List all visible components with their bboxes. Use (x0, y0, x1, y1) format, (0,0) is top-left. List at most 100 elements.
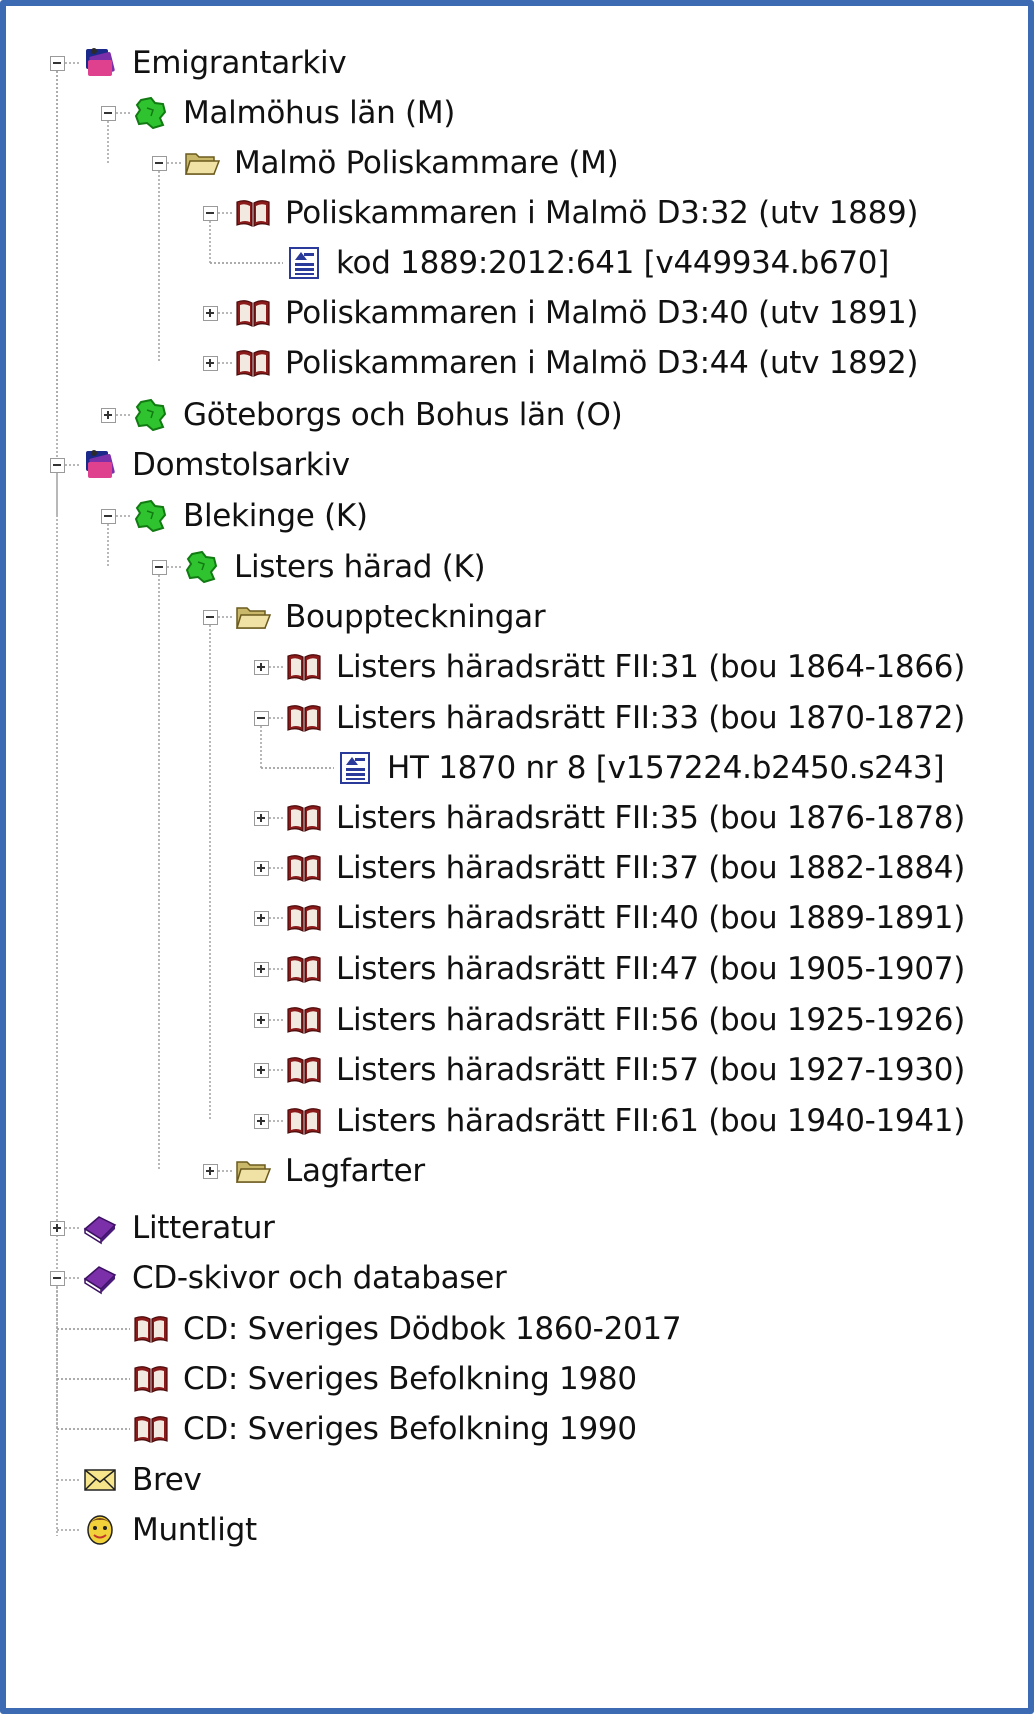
tree-node-label: Poliskammaren i Malmö D3:44 (utv 1892) (285, 345, 919, 381)
tree-node-kod-1889-2012-641-v449934-b670[interactable]: kod 1889:2012:641 [v449934.b670] (286, 241, 889, 285)
tree-node-listers-haradsratt-fii-33-bou-1870-1872[interactable]: Listers häradsrätt FII:33 (bou 1870-1872… (286, 696, 965, 740)
collapse-icon[interactable] (254, 711, 269, 726)
collapse-icon[interactable] (50, 56, 65, 71)
tree-node-label: HT 1870 nr 8 [v157224.b2450.s243] (387, 750, 945, 786)
tree-node-listers-haradsratt-fii-37-bou-1882-1884[interactable]: Listers häradsrätt FII:37 (bou 1882-1884… (286, 846, 965, 890)
tree-node-listers-haradsratt-fii-31-bou-1864-1866[interactable]: Listers häradsrätt FII:31 (bou 1864-1866… (286, 645, 965, 689)
county-map-icon (185, 550, 218, 584)
tree-node-label: CD-skivor och databaser (132, 1260, 507, 1296)
book-icon (287, 905, 321, 933)
tree-node-label: CD: Sveriges Befolkning 1990 (183, 1411, 637, 1447)
tree-node-cd-sveriges-befolkning-1980[interactable]: CD: Sveriges Befolkning 1980 (133, 1357, 637, 1401)
expand-icon[interactable] (254, 1114, 269, 1129)
tree-node-litteratur[interactable]: Litteratur (82, 1206, 275, 1250)
tree-node-malmohus-lan-m[interactable]: Malmöhus län (M) (133, 91, 455, 135)
expand-icon[interactable] (203, 306, 218, 321)
tree-node-label: Brev (132, 1462, 202, 1498)
expand-icon[interactable] (254, 1013, 269, 1028)
folder-open-icon (235, 607, 271, 629)
tree-node-label: Litteratur (132, 1210, 275, 1246)
book-icon (134, 1316, 168, 1344)
tree-node-listers-haradsratt-fii-56-bou-1925-1926[interactable]: Listers häradsrätt FII:56 (bou 1925-1926… (286, 998, 965, 1042)
expand-icon[interactable] (254, 660, 269, 675)
tree-node-label: Malmö Poliskammare (M) (234, 145, 619, 181)
expand-icon[interactable] (203, 1164, 218, 1179)
tree-node-label: Lagfarter (285, 1153, 425, 1189)
book-icon (287, 855, 321, 883)
tree-node-emigrantarkiv[interactable]: Emigrantarkiv (82, 41, 347, 85)
tree-node-cd-sveriges-dodbok-1860-2017[interactable]: CD: Sveriges Dödbok 1860-2017 (133, 1307, 682, 1351)
tree-node-listers-haradsratt-fii-35-bou-1876-1878[interactable]: Listers häradsrätt FII:35 (bou 1876-1878… (286, 796, 965, 840)
document-icon (340, 752, 370, 784)
tree-node-brev[interactable]: Brev (82, 1458, 202, 1502)
tree-node-label: Muntligt (132, 1512, 257, 1548)
book-icon (134, 1366, 168, 1394)
tree-node-lagfarter[interactable]: Lagfarter (235, 1149, 425, 1193)
tree-node-domstolsarkiv[interactable]: Domstolsarkiv (82, 443, 350, 487)
book-icon (236, 300, 270, 328)
tree-node-label: Listers häradsrätt FII:61 (bou 1940-1941… (336, 1103, 965, 1139)
tree-node-listers-haradsratt-fii-57-bou-1927-1930[interactable]: Listers häradsrätt FII:57 (bou 1927-1930… (286, 1048, 965, 1092)
tree-node-label: Listers härad (K) (234, 549, 486, 585)
book-icon (236, 350, 270, 378)
expand-icon[interactable] (203, 356, 218, 371)
tree-node-cd-skivor-och-databaser[interactable]: CD-skivor och databaser (82, 1256, 507, 1300)
tree-node-listers-haradsratt-fii-61-bou-1940-1941[interactable]: Listers häradsrätt FII:61 (bou 1940-1941… (286, 1099, 965, 1143)
document-icon (289, 247, 319, 279)
tree-node-bouppteckningar[interactable]: Bouppteckningar (235, 595, 546, 639)
collapse-icon[interactable] (50, 1271, 65, 1286)
county-map-icon (134, 96, 167, 130)
collapse-icon[interactable] (50, 458, 65, 473)
collapse-icon[interactable] (152, 560, 167, 575)
tree-node-label: Poliskammaren i Malmö D3:32 (utv 1889) (285, 195, 919, 231)
expand-icon[interactable] (254, 962, 269, 977)
expand-icon[interactable] (101, 408, 116, 423)
archive-icon (86, 450, 115, 478)
tree-node-goteborgs-och-bohus-lan-o[interactable]: Göteborgs och Bohus län (O) (133, 393, 623, 437)
tree-node-label: Listers häradsrätt FII:37 (bou 1882-1884… (336, 850, 965, 886)
tree-node-listers-haradsratt-fii-47-bou-1905-1907[interactable]: Listers häradsrätt FII:47 (bou 1905-1907… (286, 947, 965, 991)
tree-node-listers-haradsratt-fii-40-bou-1889-1891[interactable]: Listers häradsrätt FII:40 (bou 1889-1891… (286, 896, 965, 940)
expand-icon[interactable] (254, 861, 269, 876)
tree-node-label: Listers häradsrätt FII:33 (bou 1870-1872… (336, 700, 965, 736)
county-map-icon (134, 499, 167, 533)
book-icon (287, 705, 321, 733)
tree-node-cd-sveriges-befolkning-1990[interactable]: CD: Sveriges Befolkning 1990 (133, 1407, 637, 1451)
expand-icon[interactable] (254, 811, 269, 826)
tree-node-poliskammaren-i-malmo-d3-44-utv-1892[interactable]: Poliskammaren i Malmö D3:44 (utv 1892) (235, 341, 919, 385)
book-icon (287, 1108, 321, 1136)
book-icon (287, 805, 321, 833)
collapse-icon[interactable] (203, 610, 218, 625)
tree-node-muntligt[interactable]: Muntligt (82, 1508, 257, 1552)
tree-node-label: kod 1889:2012:641 [v449934.b670] (336, 245, 890, 281)
tree-node-label: Emigrantarkiv (132, 45, 347, 81)
collapse-icon[interactable] (101, 509, 116, 524)
book-icon (287, 654, 321, 682)
book-icon (287, 1057, 321, 1085)
tree-node-label: Listers häradsrätt FII:31 (bou 1864-1866… (336, 649, 965, 685)
tree-node-label: CD: Sveriges Befolkning 1980 (183, 1361, 637, 1397)
literature-book-icon (83, 1266, 117, 1295)
book-icon (236, 200, 270, 228)
tree-node-malmo-poliskammare-m[interactable]: Malmö Poliskammare (M) (184, 141, 619, 185)
book-icon (134, 1416, 168, 1444)
tree-node-label: Listers häradsrätt FII:56 (bou 1925-1926… (336, 1002, 965, 1038)
collapse-icon[interactable] (101, 106, 116, 121)
tree-node-blekinge-k[interactable]: Blekinge (K) (133, 494, 368, 538)
county-map-icon (134, 398, 167, 432)
collapse-icon[interactable] (152, 156, 167, 171)
collapse-icon[interactable] (203, 206, 218, 221)
folder-open-icon (184, 153, 220, 175)
book-icon (287, 956, 321, 984)
expand-icon[interactable] (50, 1221, 65, 1236)
tree-node-label: Blekinge (K) (183, 498, 368, 534)
expand-icon[interactable] (254, 1063, 269, 1078)
face-icon (87, 1515, 113, 1545)
tree-node-ht-1870-nr-8-v157224-b2450-s243[interactable]: HT 1870 nr 8 [v157224.b2450.s243] (337, 746, 945, 790)
tree-node-poliskammaren-i-malmo-d3-32-utv-1889[interactable]: Poliskammaren i Malmö D3:32 (utv 1889) (235, 191, 919, 235)
tree-node-label: Listers häradsrätt FII:35 (bou 1876-1878… (336, 800, 965, 836)
tree-node-poliskammaren-i-malmo-d3-40-utv-1891[interactable]: Poliskammaren i Malmö D3:40 (utv 1891) (235, 291, 919, 335)
tree-node-listers-harad-k[interactable]: Listers härad (K) (184, 545, 486, 589)
expand-icon[interactable] (254, 911, 269, 926)
book-icon (287, 1007, 321, 1035)
